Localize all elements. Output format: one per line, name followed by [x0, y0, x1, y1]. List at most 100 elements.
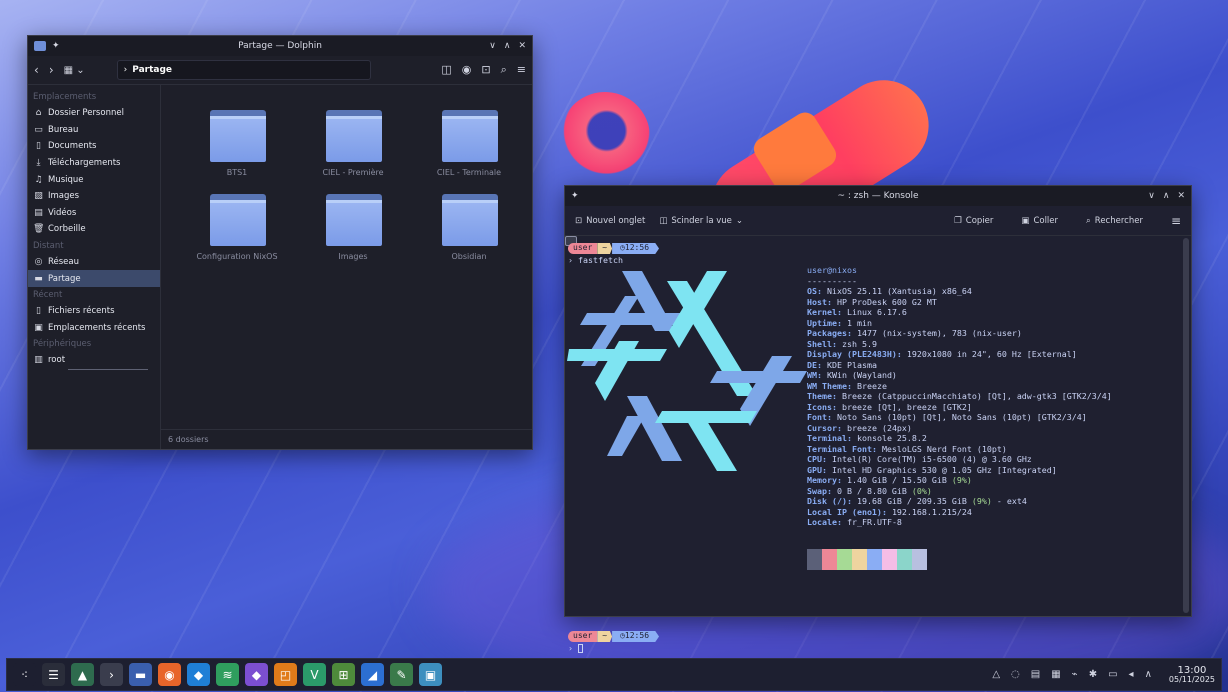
konsole-titlebar[interactable]: ✦ ~ : zsh — Konsole ∨ ∧ ✕	[565, 186, 1191, 246]
close-button[interactable]: ✕	[518, 41, 526, 51]
input-line[interactable]: ›	[568, 643, 659, 654]
sidebar-item-share[interactable]: ▬ Partage	[28, 270, 160, 287]
sidebar-item-desktop[interactable]: ▭ Bureau	[28, 122, 160, 139]
layers-app-icon[interactable]: ≋	[216, 663, 239, 686]
konsole-title: ~ : zsh — Konsole	[837, 191, 919, 201]
bluetooth-icon[interactable]: ✱	[1089, 669, 1097, 680]
hamburger-menu-icon[interactable]: ≡	[517, 63, 526, 77]
chevron-down-icon: ⌄	[735, 215, 744, 226]
dolphin-app-icon[interactable]	[34, 41, 46, 51]
sidebar-item-videos[interactable]: ▤ Vidéos	[28, 205, 160, 222]
browser-blue-icon[interactable]: ◆	[187, 663, 210, 686]
view-mode-icon[interactable]: ▦ ⌄	[64, 65, 85, 76]
sidebar-item-images[interactable]: ▨ Images	[28, 188, 160, 205]
notification-icon[interactable]: △	[992, 669, 1000, 680]
sidebar-item-recent-locations[interactable]: ▣ Emplacements récents	[28, 320, 160, 337]
info-value: MesloLGS Nerd Font (10pt)	[881, 443, 1007, 454]
info-value: KWin (Wayland)	[827, 370, 897, 380]
display-icon[interactable]: ▭	[1108, 669, 1117, 680]
folder-item[interactable]: Configuration NixOS	[179, 191, 295, 261]
sidebar-item-network[interactable]: ◎ Réseau	[28, 254, 160, 271]
share-folder-icon: ▬	[34, 273, 43, 284]
new-tab-button[interactable]: ⊡ Nouvel onglet	[575, 216, 645, 226]
dolphin-icon[interactable]: ▬	[129, 663, 152, 686]
sidebar-item-documents[interactable]: ▯ Documents	[28, 138, 160, 155]
breadcrumb[interactable]: › Partage	[116, 60, 371, 80]
logo-stroke	[687, 421, 737, 471]
sidebar-item-home[interactable]: ⌂ Dossier Personnel	[28, 105, 160, 122]
tray-expand-icon[interactable]: ∧	[1145, 669, 1152, 680]
prompt-user: user	[568, 243, 598, 254]
breadcrumb-current[interactable]: Partage	[132, 65, 172, 75]
digital-clock[interactable]: 13:00 05/11/2025	[1169, 665, 1215, 684]
konsole-window[interactable]: ✦ ~ : zsh — Konsole ∨ ∧ ✕ ⊡ Nouvel onglet…	[564, 185, 1192, 653]
search-icon[interactable]: ⌕	[501, 63, 507, 77]
sidebar-item-root[interactable]: ▥ root	[28, 352, 160, 369]
app-launcher-icon[interactable]: ⁖	[13, 663, 36, 686]
terminal-panel-icon[interactable]: ⊡	[481, 63, 490, 77]
maximize-button[interactable]: ∧	[504, 41, 511, 51]
network-app-icon[interactable]: ⊞	[332, 663, 355, 686]
search-button[interactable]: ⌕ Rechercher	[1086, 214, 1143, 228]
info-line: Icons: breeze [Qt], breeze [GTK2]	[807, 401, 972, 412]
folder-item[interactable]: Obsidian	[411, 191, 527, 261]
info-key: Shell	[807, 338, 832, 349]
hamburger-menu-icon[interactable]: ≡	[1171, 214, 1181, 228]
device-icon[interactable]: ▦	[1051, 669, 1060, 680]
maximize-button[interactable]: ∧	[1163, 191, 1170, 201]
info-line: Shell: zsh 5.9	[807, 338, 877, 349]
home-icon: ⌂	[35, 108, 42, 119]
forward-arrow-icon[interactable]: ›	[49, 63, 54, 77]
sidebar-item-downloads[interactable]: ⤓ Téléchargements	[28, 155, 160, 172]
konsole-icon[interactable]: ›	[100, 663, 123, 686]
close-button[interactable]: ✕	[1177, 191, 1185, 201]
folder-icon	[209, 107, 266, 163]
palette-swatch	[807, 549, 822, 570]
copy-button[interactable]: ❐ Copier	[954, 214, 993, 228]
split-view-button[interactable]: ◫ Scinder la vue ⌄	[659, 216, 743, 226]
split-view-icon[interactable]: ◫	[441, 63, 451, 77]
volume-icon[interactable]: ◂	[1129, 669, 1134, 680]
paste-button[interactable]: ▣ Coller	[1021, 214, 1058, 228]
folder-item[interactable]: Images	[295, 191, 411, 261]
paint-app-icon[interactable]: ✎	[390, 663, 413, 686]
sidebar-item-music[interactable]: ♫ Musique	[28, 171, 160, 188]
screenshot-app-icon[interactable]: ▣	[419, 663, 442, 686]
pin-icon[interactable]: ✦	[52, 41, 60, 51]
dolphin-titlebar[interactable]: ✦ Partage — Dolphin ∨ ∧ ✕	[28, 36, 532, 56]
paste-icon: ▣	[1021, 215, 1030, 226]
wing-app-icon[interactable]: ◢	[361, 663, 384, 686]
minimize-button[interactable]: ∨	[489, 41, 496, 51]
folder-item[interactable]: CIEL - Terminale	[411, 107, 527, 177]
info-key: Icons	[807, 401, 832, 412]
clipboard-icon[interactable]: ▤	[1031, 669, 1040, 680]
system-monitor-icon[interactable]: ☰	[42, 663, 65, 686]
info-line: CPU: Intel(R) Core(TM) i5-6500 (4) @ 3.6…	[807, 454, 1032, 464]
clipboard-history-icon[interactable]: ◌	[1011, 669, 1020, 680]
preview-eye-icon[interactable]: ◉	[462, 63, 472, 77]
dolphin-title: Partage — Dolphin	[238, 41, 322, 51]
info-line: GPU: Intel HD Graphics 530 @ 1.05 GHz [I…	[807, 464, 1057, 475]
firefox-icon[interactable]: ◉	[158, 663, 181, 686]
minimize-button[interactable]: ∨	[1148, 191, 1155, 201]
prompt-time: ◷ 12:56	[612, 243, 660, 254]
app-orange-icon[interactable]: ◰	[274, 663, 297, 686]
file-view[interactable]: BTS1 CIEL - Première CIEL - Terminale Co…	[161, 85, 532, 449]
folder-icon	[209, 191, 266, 247]
sidebar-item-recent-files[interactable]: ▯ Fichiers récents	[28, 303, 160, 320]
terminal-area[interactable]: user ~ ◷ 12:56 › fastfetch user@nixos --…	[565, 236, 1181, 653]
sidebar-item-trash[interactable]: 🗑 Corbeille	[28, 221, 160, 238]
pin-icon[interactable]: ✦	[571, 191, 579, 201]
back-arrow-icon[interactable]: ‹	[34, 63, 39, 77]
scrollbar[interactable]	[1183, 238, 1189, 613]
obsidian-icon[interactable]: ◆	[245, 663, 268, 686]
info-key: Kernel	[807, 307, 837, 317]
folder-item[interactable]: CIEL - Première	[295, 107, 411, 177]
info-key: Disk (/)	[807, 496, 847, 506]
vscode-like-icon[interactable]: V	[303, 663, 326, 686]
network-status-icon[interactable]: ⌁	[1072, 669, 1078, 680]
image-viewer-icon[interactable]: ▲	[71, 663, 94, 686]
folder-item[interactable]: BTS1	[179, 107, 295, 177]
dolphin-window[interactable]: ✦ Partage — Dolphin ∨ ∧ ✕ ‹ › ▦ ⌄ › Part…	[27, 35, 533, 450]
desktop-icon: ▭	[34, 124, 43, 135]
